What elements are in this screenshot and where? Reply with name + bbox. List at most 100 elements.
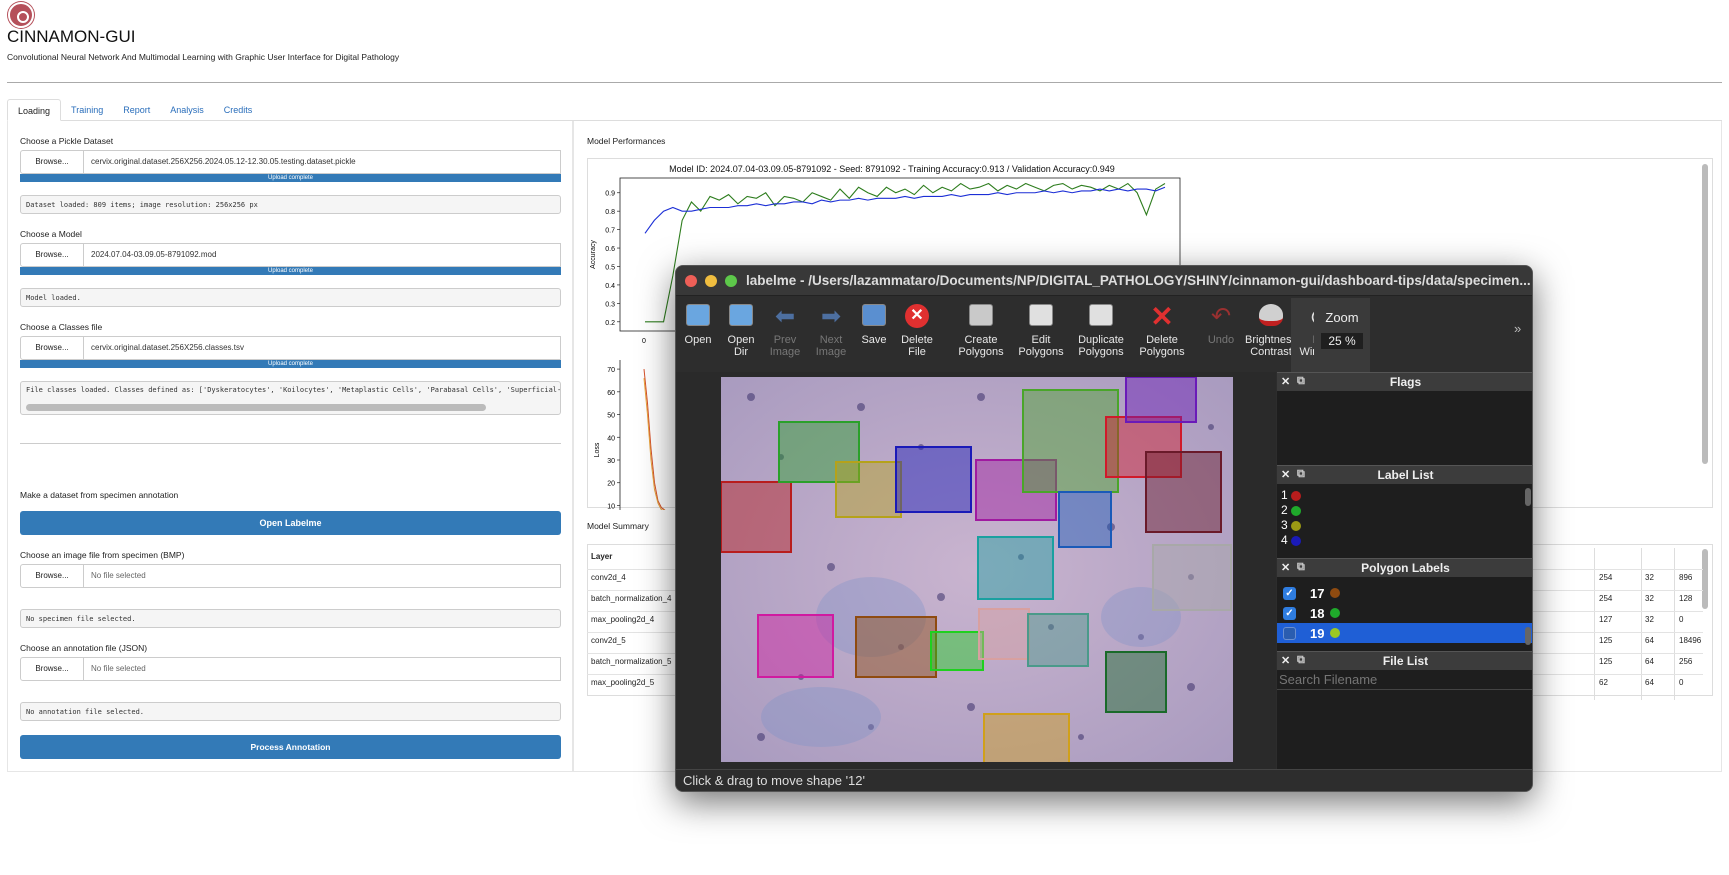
performance-header: Model Performances bbox=[587, 136, 666, 146]
y-tick-label: 0.2 bbox=[605, 320, 615, 327]
accuracy-series-line-1 bbox=[644, 186, 1166, 234]
maximize-window-icon[interactable] bbox=[725, 275, 737, 287]
section-divider bbox=[20, 443, 561, 444]
loss-y-tick-label: 30 bbox=[607, 458, 615, 465]
close-dock-icon[interactable]: ✕ bbox=[1281, 652, 1290, 671]
toolbar-more-icon[interactable]: » bbox=[1514, 321, 1521, 336]
float-dock-icon[interactable]: ⧉ bbox=[1297, 465, 1305, 484]
label-text: 3 bbox=[1281, 518, 1288, 532]
charts-scrollbar[interactable] bbox=[1702, 164, 1708, 464]
undo-icon: ↶ bbox=[1210, 303, 1232, 330]
polygon-visibility-checkbox[interactable]: ✓ bbox=[1283, 586, 1296, 600]
image-browse-button[interactable]: Browse... bbox=[20, 564, 84, 588]
loss-y-tick-label: 60 bbox=[607, 390, 615, 397]
float-dock-icon[interactable]: ⧉ bbox=[1297, 558, 1305, 577]
polygon-label-item[interactable]: 19 bbox=[1277, 623, 1532, 643]
tab-report[interactable]: Report bbox=[113, 99, 160, 121]
label-text: 1 bbox=[1281, 488, 1288, 502]
toolbar-create-polygon-button[interactable]: Create Polygons bbox=[953, 298, 1009, 358]
polygon-visibility-checkbox[interactable]: ✓ bbox=[1283, 606, 1296, 620]
annotation-status: No annotation file selected. bbox=[20, 702, 561, 721]
classes-file-field[interactable]: cervix.original.dataset.256X256.classes.… bbox=[84, 336, 561, 360]
toolbar-delete-polygon-button[interactable]: ✕ Delete Polygons bbox=[1134, 298, 1190, 359]
label-color-swatch bbox=[1290, 535, 1301, 546]
table-cell: 254 bbox=[1599, 573, 1613, 582]
loss-y-tick-label: 10 bbox=[607, 503, 615, 510]
toolbar-undo-button[interactable]: ↶ Undo bbox=[1193, 298, 1249, 347]
toolbar-duplicate-button[interactable]: Duplicate Polygons bbox=[1073, 298, 1129, 358]
specimen-image[interactable] bbox=[721, 377, 1233, 762]
close-dock-icon[interactable]: ✕ bbox=[1281, 373, 1290, 392]
polygon-labels-list[interactable]: ✓ 17 ✓ 18 19 bbox=[1277, 577, 1532, 651]
classes-browse-button[interactable]: Browse... bbox=[20, 336, 84, 360]
brightness-icon bbox=[1257, 304, 1285, 330]
search-filename-input[interactable] bbox=[1277, 670, 1532, 690]
tab-credits[interactable]: Credits bbox=[214, 99, 263, 121]
model-browse-button[interactable]: Browse... bbox=[20, 243, 84, 267]
polygon-label-item[interactable]: ✓ 17 bbox=[1277, 583, 1532, 603]
label-list[interactable]: 1234 bbox=[1277, 484, 1532, 558]
summary-header: Model Summary bbox=[587, 521, 649, 531]
close-dock-icon[interactable]: ✕ bbox=[1281, 466, 1290, 485]
polygon-label-item[interactable]: ✓ 18 bbox=[1277, 603, 1532, 623]
image-file-field[interactable]: No file selected bbox=[84, 564, 561, 588]
close-window-icon[interactable] bbox=[685, 275, 697, 287]
edit-polygon-icon bbox=[1027, 304, 1055, 330]
toolbar-edit-polygon-button[interactable]: Edit Polygons bbox=[1013, 298, 1069, 358]
label-color-swatch bbox=[1290, 505, 1301, 516]
toolbar-prev-arrow-button[interactable]: ⬅ Prev Image bbox=[765, 298, 805, 359]
app-logo bbox=[8, 2, 34, 28]
canvas-area[interactable] bbox=[676, 372, 1276, 769]
pickle-browse-button[interactable]: Browse... bbox=[20, 150, 84, 174]
close-dock-icon[interactable]: ✕ bbox=[1281, 559, 1290, 578]
label-list-item[interactable]: 2 bbox=[1277, 503, 1532, 518]
label-list-item[interactable]: 1 bbox=[1277, 488, 1532, 503]
classes-upload-progress: Upload complete bbox=[20, 360, 561, 368]
toolbar-label: Polygons bbox=[1078, 346, 1124, 358]
model-file-field[interactable]: 2024.07.04-03.09.05-8791092.mod bbox=[84, 243, 561, 267]
polygon-visibility-checkbox[interactable] bbox=[1283, 626, 1296, 640]
horizontal-scrollbar[interactable] bbox=[26, 404, 486, 411]
labelme-title: labelme - /Users/lazammataro/Documents/N… bbox=[746, 273, 1531, 288]
polygon-list-scrollbar[interactable] bbox=[1525, 627, 1531, 645]
y-tick-label: 0.4 bbox=[605, 283, 615, 290]
toolbar-label: Edit bbox=[1031, 334, 1051, 346]
polygon-color-swatch bbox=[1330, 628, 1341, 638]
label-text: 4 bbox=[1281, 533, 1288, 547]
open-folder-icon bbox=[684, 304, 712, 330]
polygon-labels-dock-header: ✕ ⧉ Polygon Labels bbox=[1277, 558, 1532, 578]
y-axis-label: Accuracy bbox=[590, 240, 597, 269]
label-list-item[interactable]: 3 bbox=[1277, 518, 1532, 533]
toolbar-open-dir-button[interactable]: Open Dir bbox=[721, 298, 761, 358]
labelme-titlebar[interactable]: labelme - /Users/lazammataro/Documents/N… bbox=[676, 266, 1532, 296]
toolbar-delete-file-button[interactable]: ✕ Delete File bbox=[897, 298, 937, 358]
open-labelme-button[interactable]: Open Labelme bbox=[20, 511, 561, 535]
pickle-file-field[interactable]: cervix.original.dataset.256X256.2024.05.… bbox=[84, 150, 561, 174]
float-dock-icon[interactable]: ⧉ bbox=[1297, 651, 1305, 670]
flags-list[interactable] bbox=[1277, 391, 1532, 465]
process-annotation-button[interactable]: Process Annotation bbox=[20, 735, 561, 759]
float-dock-icon[interactable]: ⧉ bbox=[1297, 372, 1305, 391]
label-list-scrollbar[interactable] bbox=[1525, 488, 1531, 506]
table-cell: 125 bbox=[1599, 657, 1613, 666]
toolbar-label: Save bbox=[861, 334, 887, 346]
y-tick-label: 0.8 bbox=[605, 209, 615, 216]
toolbar-label: Create bbox=[964, 334, 998, 346]
table-cell: 254 bbox=[1599, 594, 1613, 603]
y-tick-label: 0.9 bbox=[605, 191, 615, 198]
toolbar-next-arrow-button[interactable]: ➡ Next Image bbox=[811, 298, 851, 359]
tab-analysis[interactable]: Analysis bbox=[160, 99, 214, 121]
annotation-file-field[interactable]: No file selected bbox=[84, 657, 561, 681]
zoom-value[interactable]: 25 % bbox=[1321, 333, 1363, 349]
toolbar-open-folder-button[interactable]: Open bbox=[678, 298, 718, 346]
minimize-window-icon[interactable] bbox=[705, 275, 717, 287]
toolbar-save-button[interactable]: Save bbox=[854, 298, 894, 346]
loss-y-tick-label: 50 bbox=[607, 413, 615, 420]
annotation-browse-button[interactable]: Browse... bbox=[20, 657, 84, 681]
classes-status-text: File classes loaded. Classes defined as:… bbox=[26, 386, 561, 394]
tab-training[interactable]: Training bbox=[61, 99, 113, 121]
label-list-item[interactable]: 4 bbox=[1277, 533, 1532, 548]
table-cell-layer: conv2d_4 bbox=[591, 573, 626, 582]
table-cell-layer: max_pooling2d_5 bbox=[591, 678, 655, 687]
tab-loading[interactable]: Loading bbox=[7, 99, 62, 121]
